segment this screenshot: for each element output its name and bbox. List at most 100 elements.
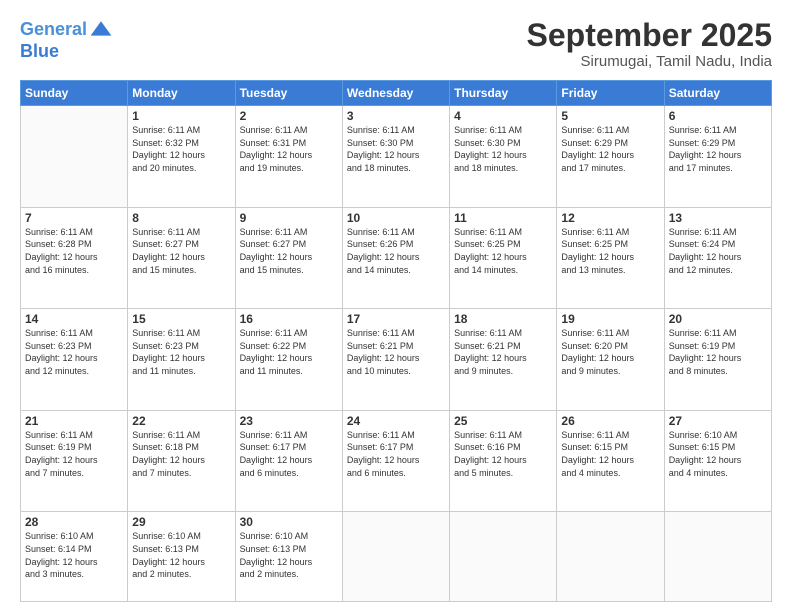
- table-row: [21, 106, 128, 208]
- table-row: 22Sunrise: 6:11 AM Sunset: 6:18 PM Dayli…: [128, 410, 235, 512]
- table-row: 25Sunrise: 6:11 AM Sunset: 6:16 PM Dayli…: [450, 410, 557, 512]
- table-row: [557, 512, 664, 602]
- month-title: September 2025: [527, 18, 772, 53]
- table-row: 4Sunrise: 6:11 AM Sunset: 6:30 PM Daylig…: [450, 106, 557, 208]
- calendar-week-row: 7Sunrise: 6:11 AM Sunset: 6:28 PM Daylig…: [21, 207, 772, 309]
- table-row: 27Sunrise: 6:10 AM Sunset: 6:15 PM Dayli…: [664, 410, 771, 512]
- day-number: 4: [454, 109, 552, 123]
- day-number: 23: [240, 414, 338, 428]
- day-number: 6: [669, 109, 767, 123]
- day-number: 3: [347, 109, 445, 123]
- header: General Blue September 2025 Sirumugai, T…: [20, 18, 772, 70]
- table-row: 20Sunrise: 6:11 AM Sunset: 6:19 PM Dayli…: [664, 309, 771, 411]
- logo-text: General: [20, 20, 87, 40]
- day-info: Sunrise: 6:11 AM Sunset: 6:21 PM Dayligh…: [454, 327, 552, 377]
- day-number: 13: [669, 211, 767, 225]
- day-number: 17: [347, 312, 445, 326]
- day-number: 8: [132, 211, 230, 225]
- day-number: 27: [669, 414, 767, 428]
- day-number: 11: [454, 211, 552, 225]
- table-row: 14Sunrise: 6:11 AM Sunset: 6:23 PM Dayli…: [21, 309, 128, 411]
- day-number: 21: [25, 414, 123, 428]
- day-info: Sunrise: 6:11 AM Sunset: 6:16 PM Dayligh…: [454, 429, 552, 479]
- day-info: Sunrise: 6:11 AM Sunset: 6:26 PM Dayligh…: [347, 226, 445, 276]
- location-subtitle: Sirumugai, Tamil Nadu, India: [527, 53, 772, 70]
- page: General Blue September 2025 Sirumugai, T…: [0, 0, 792, 612]
- day-info: Sunrise: 6:10 AM Sunset: 6:13 PM Dayligh…: [132, 530, 230, 580]
- table-row: 2Sunrise: 6:11 AM Sunset: 6:31 PM Daylig…: [235, 106, 342, 208]
- day-info: Sunrise: 6:11 AM Sunset: 6:18 PM Dayligh…: [132, 429, 230, 479]
- day-info: Sunrise: 6:11 AM Sunset: 6:19 PM Dayligh…: [669, 327, 767, 377]
- day-number: 7: [25, 211, 123, 225]
- table-row: 8Sunrise: 6:11 AM Sunset: 6:27 PM Daylig…: [128, 207, 235, 309]
- day-number: 15: [132, 312, 230, 326]
- table-row: 12Sunrise: 6:11 AM Sunset: 6:25 PM Dayli…: [557, 207, 664, 309]
- day-info: Sunrise: 6:11 AM Sunset: 6:32 PM Dayligh…: [132, 124, 230, 174]
- header-tuesday: Tuesday: [235, 81, 342, 106]
- header-saturday: Saturday: [664, 81, 771, 106]
- table-row: 9Sunrise: 6:11 AM Sunset: 6:27 PM Daylig…: [235, 207, 342, 309]
- table-row: 11Sunrise: 6:11 AM Sunset: 6:25 PM Dayli…: [450, 207, 557, 309]
- day-info: Sunrise: 6:11 AM Sunset: 6:28 PM Dayligh…: [25, 226, 123, 276]
- table-row: 18Sunrise: 6:11 AM Sunset: 6:21 PM Dayli…: [450, 309, 557, 411]
- table-row: 16Sunrise: 6:11 AM Sunset: 6:22 PM Dayli…: [235, 309, 342, 411]
- header-friday: Friday: [557, 81, 664, 106]
- table-row: 5Sunrise: 6:11 AM Sunset: 6:29 PM Daylig…: [557, 106, 664, 208]
- table-row: 13Sunrise: 6:11 AM Sunset: 6:24 PM Dayli…: [664, 207, 771, 309]
- table-row: 21Sunrise: 6:11 AM Sunset: 6:19 PM Dayli…: [21, 410, 128, 512]
- table-row: 7Sunrise: 6:11 AM Sunset: 6:28 PM Daylig…: [21, 207, 128, 309]
- day-info: Sunrise: 6:11 AM Sunset: 6:30 PM Dayligh…: [454, 124, 552, 174]
- calendar-week-row: 14Sunrise: 6:11 AM Sunset: 6:23 PM Dayli…: [21, 309, 772, 411]
- day-number: 1: [132, 109, 230, 123]
- day-info: Sunrise: 6:11 AM Sunset: 6:27 PM Dayligh…: [132, 226, 230, 276]
- table-row: [342, 512, 449, 602]
- day-info: Sunrise: 6:11 AM Sunset: 6:31 PM Dayligh…: [240, 124, 338, 174]
- day-info: Sunrise: 6:11 AM Sunset: 6:29 PM Dayligh…: [561, 124, 659, 174]
- weekday-header-row: Sunday Monday Tuesday Wednesday Thursday…: [21, 81, 772, 106]
- calendar-week-row: 28Sunrise: 6:10 AM Sunset: 6:14 PM Dayli…: [21, 512, 772, 602]
- table-row: 23Sunrise: 6:11 AM Sunset: 6:17 PM Dayli…: [235, 410, 342, 512]
- table-row: 3Sunrise: 6:11 AM Sunset: 6:30 PM Daylig…: [342, 106, 449, 208]
- day-number: 19: [561, 312, 659, 326]
- table-row: 6Sunrise: 6:11 AM Sunset: 6:29 PM Daylig…: [664, 106, 771, 208]
- day-number: 26: [561, 414, 659, 428]
- calendar-table: Sunday Monday Tuesday Wednesday Thursday…: [20, 80, 772, 602]
- calendar-week-row: 1Sunrise: 6:11 AM Sunset: 6:32 PM Daylig…: [21, 106, 772, 208]
- table-row: 19Sunrise: 6:11 AM Sunset: 6:20 PM Dayli…: [557, 309, 664, 411]
- logo: General Blue: [20, 18, 113, 62]
- logo-icon: [89, 18, 113, 42]
- day-info: Sunrise: 6:11 AM Sunset: 6:20 PM Dayligh…: [561, 327, 659, 377]
- day-info: Sunrise: 6:11 AM Sunset: 6:23 PM Dayligh…: [132, 327, 230, 377]
- header-wednesday: Wednesday: [342, 81, 449, 106]
- day-info: Sunrise: 6:10 AM Sunset: 6:14 PM Dayligh…: [25, 530, 123, 580]
- day-number: 16: [240, 312, 338, 326]
- day-info: Sunrise: 6:11 AM Sunset: 6:23 PM Dayligh…: [25, 327, 123, 377]
- header-thursday: Thursday: [450, 81, 557, 106]
- day-number: 20: [669, 312, 767, 326]
- table-row: 29Sunrise: 6:10 AM Sunset: 6:13 PM Dayli…: [128, 512, 235, 602]
- day-number: 25: [454, 414, 552, 428]
- day-info: Sunrise: 6:11 AM Sunset: 6:17 PM Dayligh…: [347, 429, 445, 479]
- day-number: 10: [347, 211, 445, 225]
- day-info: Sunrise: 6:11 AM Sunset: 6:22 PM Dayligh…: [240, 327, 338, 377]
- table-row: [664, 512, 771, 602]
- day-info: Sunrise: 6:11 AM Sunset: 6:15 PM Dayligh…: [561, 429, 659, 479]
- day-number: 29: [132, 515, 230, 529]
- day-info: Sunrise: 6:10 AM Sunset: 6:13 PM Dayligh…: [240, 530, 338, 580]
- table-row: 30Sunrise: 6:10 AM Sunset: 6:13 PM Dayli…: [235, 512, 342, 602]
- day-info: Sunrise: 6:11 AM Sunset: 6:21 PM Dayligh…: [347, 327, 445, 377]
- day-info: Sunrise: 6:11 AM Sunset: 6:25 PM Dayligh…: [561, 226, 659, 276]
- day-info: Sunrise: 6:11 AM Sunset: 6:19 PM Dayligh…: [25, 429, 123, 479]
- day-info: Sunrise: 6:11 AM Sunset: 6:17 PM Dayligh…: [240, 429, 338, 479]
- day-info: Sunrise: 6:11 AM Sunset: 6:25 PM Dayligh…: [454, 226, 552, 276]
- day-number: 9: [240, 211, 338, 225]
- day-number: 18: [454, 312, 552, 326]
- day-info: Sunrise: 6:11 AM Sunset: 6:29 PM Dayligh…: [669, 124, 767, 174]
- title-block: September 2025 Sirumugai, Tamil Nadu, In…: [527, 18, 772, 70]
- table-row: 17Sunrise: 6:11 AM Sunset: 6:21 PM Dayli…: [342, 309, 449, 411]
- logo-blue-text: Blue: [20, 42, 113, 62]
- table-row: 24Sunrise: 6:11 AM Sunset: 6:17 PM Dayli…: [342, 410, 449, 512]
- day-info: Sunrise: 6:10 AM Sunset: 6:15 PM Dayligh…: [669, 429, 767, 479]
- table-row: 10Sunrise: 6:11 AM Sunset: 6:26 PM Dayli…: [342, 207, 449, 309]
- day-number: 12: [561, 211, 659, 225]
